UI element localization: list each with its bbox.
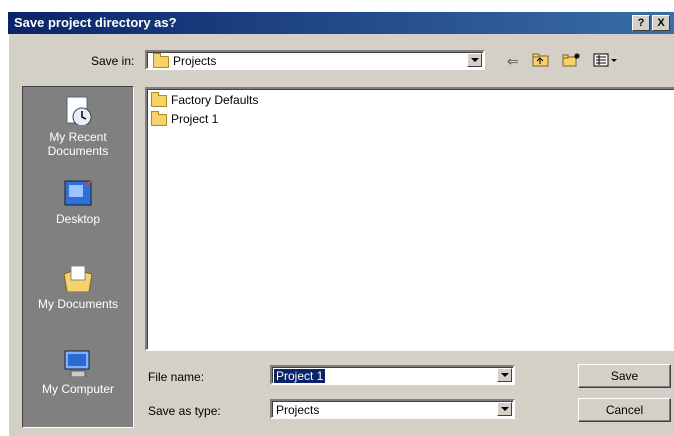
place-my-recent-documents[interactable]: My Recent Documents [23, 95, 133, 158]
folder-icon [153, 52, 169, 68]
recent-documents-icon [66, 96, 92, 127]
folder-icon [151, 110, 167, 126]
save-in-label: Save in: [91, 54, 135, 68]
my-documents-icon [63, 265, 93, 293]
list-item[interactable]: Factory Defaults [151, 91, 258, 107]
place-desktop[interactable]: Desktop [23, 177, 133, 226]
save-in-value: Projects [173, 54, 217, 68]
title-bar[interactable]: Save project directory as? ? X [8, 12, 674, 34]
help-button[interactable]: ? [632, 15, 650, 31]
view-menu-icon[interactable] [593, 52, 619, 70]
list-item[interactable]: Project 1 [151, 110, 218, 126]
my-computer-icon [64, 350, 90, 378]
new-folder-icon[interactable] [562, 52, 582, 70]
chevron-down-icon[interactable] [497, 368, 512, 382]
chevron-down-icon[interactable] [497, 402, 512, 416]
file-list[interactable]: Factory Defaults Project 1 [145, 87, 674, 351]
save-as-type-value: Projects [276, 403, 320, 417]
folder-icon [151, 91, 167, 107]
close-button[interactable]: X [652, 15, 670, 31]
file-name-value: Project 1 [274, 369, 326, 383]
desktop-icon [64, 180, 92, 206]
cancel-button[interactable]: Cancel [578, 398, 671, 422]
up-folder-icon[interactable] [532, 52, 550, 70]
save-button[interactable]: Save [578, 364, 671, 388]
save-as-type-label: Save as type: [148, 404, 221, 418]
chevron-down-icon[interactable] [467, 53, 482, 67]
place-my-documents[interactable]: My Documents [23, 262, 133, 311]
window-title: Save project directory as? [14, 15, 177, 30]
back-icon[interactable]: ⇐ [507, 52, 519, 70]
save-in-dropdown[interactable]: Projects [145, 50, 485, 70]
file-name-label: File name: [148, 370, 205, 384]
file-name-field[interactable]: Project 1 [270, 365, 515, 385]
place-my-computer[interactable]: My Computer [23, 347, 133, 396]
places-bar: My Recent Documents Desktop My Documents… [22, 86, 134, 428]
save-as-type-dropdown[interactable]: Projects [270, 399, 515, 419]
